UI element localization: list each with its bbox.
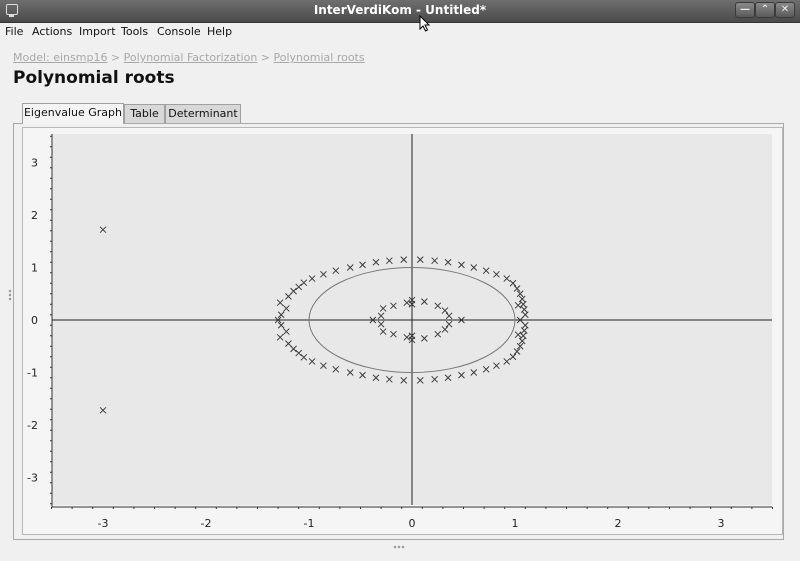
x-tick-label: 3	[718, 517, 725, 530]
x-tick-label: 2	[615, 517, 622, 530]
x-tick-label: 1	[512, 517, 519, 530]
eigenvalue-plot[interactable]: 3 2 1 0 -1 -2 -3 -3 -2 -1 0 1 2 3	[0, 0, 800, 561]
mouse-cursor-icon	[419, 15, 431, 32]
splitter-handle-bottom[interactable]	[393, 545, 405, 549]
splitter-handle-left[interactable]	[8, 289, 12, 301]
x-tick-label: -3	[98, 517, 109, 530]
tab-eigenvalue-graph[interactable]: Eigenvalue Graph	[22, 103, 124, 124]
y-tick-label: 0	[31, 314, 38, 327]
x-tick-label: -1	[304, 517, 315, 530]
y-tick-label: -3	[27, 472, 38, 485]
y-tick-label: 2	[31, 209, 38, 222]
y-tick-label: -2	[27, 419, 38, 432]
y-tick-label: 1	[31, 262, 38, 275]
x-tick-label: -2	[201, 517, 212, 530]
y-tick-label: 3	[31, 157, 38, 170]
y-tick-label: -1	[27, 367, 38, 380]
x-tick-label: 0	[409, 517, 416, 530]
